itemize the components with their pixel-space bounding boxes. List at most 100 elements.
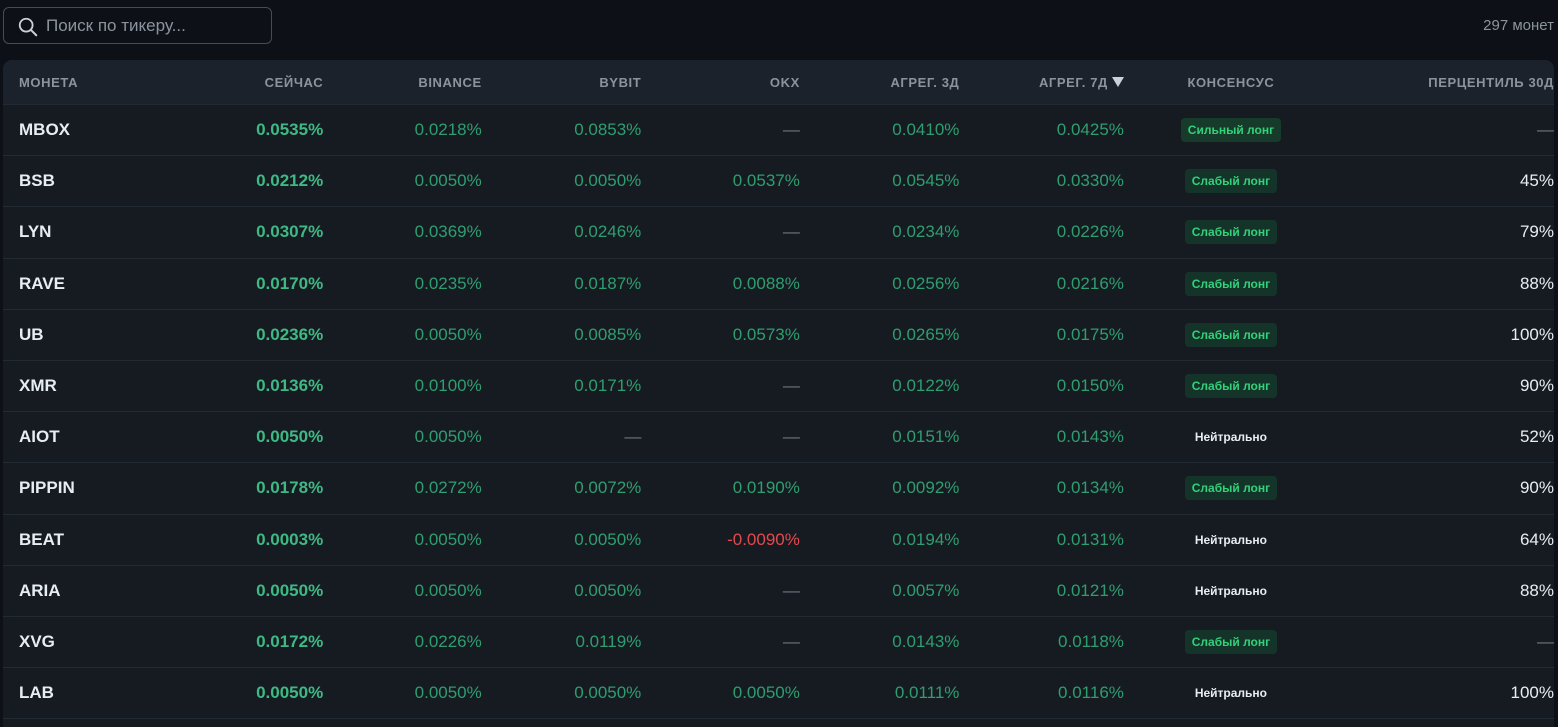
bybit-cell: 0.0085%	[574, 324, 642, 344]
consensus-badge: Слабый лонг	[1184, 169, 1278, 194]
percentile-30d-cell: 90%	[1519, 376, 1554, 396]
table-row[interactable]: ARIA 0.0050% 0.0050% 0.0050% — 0.0057% 0.0121%…	[3, 566, 1554, 617]
table-row[interactable]: LYN 0.0307% 0.0369% 0.0246% — 0.0234% 0.0226% С…	[3, 207, 1554, 259]
table-row[interactable]: BEAT 0.0003% 0.0050% 0.0050% -0.0090% 0.0194%…	[3, 515, 1554, 566]
binance-cell: 0.0369%	[414, 222, 482, 242]
column-header-consensus[interactable]: КОНСЕНСУС	[1124, 75, 1338, 90]
agg-7d-cell: 0.0134%	[1056, 478, 1124, 498]
okx-cell: —	[782, 631, 800, 651]
consensus-badge: Слабый лонг	[1184, 476, 1278, 501]
consensus-badge: Слабый лонг	[1184, 322, 1278, 347]
consensus-cell: Слабый лонг	[1124, 169, 1338, 194]
consensus-badge: Слабый лонг	[1184, 374, 1278, 399]
search-box[interactable]	[3, 7, 272, 44]
bybit-cell: 0.0050%	[574, 529, 642, 549]
agg-7d-cell: 0.0116%	[1058, 683, 1124, 703]
percentile-30d-cell: 79%	[1519, 222, 1554, 242]
bybit-cell: 0.0246%	[574, 222, 642, 242]
bybit-cell: 0.0050%	[574, 580, 642, 600]
coin-cell: XVG	[19, 631, 55, 651]
column-header-binance[interactable]: BINANCE	[323, 75, 482, 90]
column-header-bybit[interactable]: BYBIT	[482, 75, 642, 90]
coin-cell: ARIA	[19, 580, 61, 600]
consensus-badge: Слабый лонг	[1184, 271, 1278, 296]
table-row[interactable]: AIOT 0.0050% 0.0050% — — 0.0151% 0.0143% Нейтра…	[3, 412, 1554, 464]
okx-cell: 0.0537%	[732, 171, 800, 191]
agg-7d-cell: 0.0118%	[1058, 631, 1124, 651]
agg-7d-cell: 0.0330%	[1056, 171, 1124, 191]
bybit-cell: 0.0050%	[574, 683, 642, 703]
column-header-agg-7d[interactable]: АГРЕГ. 7Д	[959, 75, 1124, 90]
table-row[interactable]: XMR 0.0136% 0.0100% 0.0171% — 0.0122% 0.0150% С…	[3, 361, 1554, 413]
table-row[interactable]: RAVE 0.0170% 0.0235% 0.0187% 0.0088% 0.0256% 0…	[3, 259, 1554, 310]
okx-cell: —	[782, 222, 800, 242]
consensus-cell: Слабый лонг	[1124, 374, 1338, 399]
now-cell: 0.0170%	[256, 273, 324, 293]
column-header-agg-3d[interactable]: АГРЕГ. 3Д	[800, 75, 960, 90]
consensus-badge: Нейтрально	[1194, 583, 1268, 598]
column-header-now[interactable]: СЕЙЧАС	[182, 75, 324, 90]
column-header-percentile-30d[interactable]: ПЕРЦЕНТИЛЬ 30Д	[1338, 75, 1554, 90]
coin-cell: XMR	[19, 376, 57, 396]
agg-3d-cell: 0.0234%	[892, 222, 960, 242]
column-header-coin[interactable]: МОНЕТА	[3, 75, 182, 90]
coin-cell: BSB	[19, 171, 55, 191]
agg-7d-cell: 0.0425%	[1056, 120, 1124, 140]
table-row[interactable]: MBOX 0.0535% 0.0218% 0.0853% — 0.0410% 0.0425%…	[3, 105, 1554, 157]
agg-7d-cell: 0.0131%	[1056, 529, 1124, 549]
consensus-cell: Сильный лонг	[1124, 118, 1338, 143]
table-row[interactable]: PIPPIN 0.0178% 0.0272% 0.0072% 0.0190% 0.0092…	[3, 463, 1554, 515]
agg-7d-cell: 0.0121%	[1056, 580, 1124, 600]
bybit-cell: 0.0050%	[574, 171, 642, 191]
agg-7d-cell: 0.0216%	[1056, 273, 1124, 293]
now-cell: 0.0535%	[256, 120, 324, 140]
percentile-30d-cell: 88%	[1519, 580, 1554, 600]
column-header-okx[interactable]: OKX	[641, 75, 800, 90]
table-row[interactable]: LAB 0.0050% 0.0050% 0.0050% 0.0050% 0.0111% 0.…	[3, 668, 1554, 720]
agg-3d-cell: 0.0256%	[892, 273, 960, 293]
okx-cell: 0.0088%	[732, 273, 800, 293]
table-row[interactable]: UB 0.0236% 0.0050% 0.0085% 0.0573% 0.0265% 0.0…	[3, 310, 1554, 361]
coin-cell: AIOT	[19, 427, 60, 447]
percentile-30d-cell: 64%	[1519, 529, 1554, 549]
consensus-cell: Нейтрально	[1124, 579, 1338, 603]
consensus-cell: Нейтрально	[1124, 425, 1338, 449]
agg-3d-cell: 0.0111%	[894, 683, 960, 703]
coin-cell: PIPPIN	[19, 478, 75, 498]
table-row[interactable]: BSB 0.0212% 0.0050% 0.0050% 0.0537% 0.0545% 0.…	[3, 156, 1554, 208]
bybit-cell: 0.0853%	[574, 120, 642, 140]
bybit-cell: 0.0171%	[574, 376, 642, 396]
binance-cell: 0.0235%	[414, 273, 482, 293]
percentile-30d-cell: 88%	[1519, 273, 1554, 293]
consensus-badge: Слабый лонг	[1184, 220, 1278, 245]
now-cell: 0.0050%	[256, 580, 324, 600]
okx-cell: 0.0190%	[732, 478, 800, 498]
consensus-cell: Слабый лонг	[1124, 220, 1338, 245]
percentile-30d-cell: 52%	[1519, 427, 1554, 447]
funding-table: МОНЕТА СЕЙЧАС BINANCE BYBIT OKX АГРЕГ. 3…	[3, 60, 1554, 727]
consensus-cell: Слабый лонг	[1124, 322, 1338, 347]
consensus-badge: Нейтрально	[1194, 686, 1268, 701]
consensus-cell: Слабый лонг	[1124, 629, 1338, 654]
consensus-badge: Нейтрально	[1194, 532, 1268, 547]
coin-cell: LYN	[19, 222, 52, 242]
search-input[interactable]	[46, 14, 266, 38]
okx-cell: —	[782, 427, 800, 447]
agg-3d-cell: 0.0545%	[892, 171, 960, 191]
coin-cell: BEAT	[19, 529, 65, 549]
column-header-agg-7d-label: АГРЕГ. 7Д	[1038, 74, 1108, 90]
okx-cell: -0.0090%	[727, 529, 800, 549]
now-cell: 0.0050%	[256, 683, 324, 703]
percentile-30d-cell: 100%	[1510, 683, 1554, 703]
table-row[interactable]: XVG 0.0172% 0.0226% 0.0119% — 0.0143% 0.0118% С…	[3, 617, 1554, 669]
search-icon	[18, 17, 38, 37]
agg-3d-cell: 0.0151%	[892, 427, 960, 447]
agg-3d-cell: 0.0410%	[892, 120, 960, 140]
top-bar: 297 монет	[0, 0, 1558, 60]
okx-cell: 0.0573%	[732, 324, 800, 344]
agg-3d-cell: 0.0265%	[892, 324, 960, 344]
binance-cell: 0.0218%	[414, 120, 482, 140]
okx-cell: —	[782, 120, 800, 140]
binance-cell: 0.0100%	[414, 376, 482, 396]
percentile-30d-cell: 90%	[1519, 478, 1554, 498]
